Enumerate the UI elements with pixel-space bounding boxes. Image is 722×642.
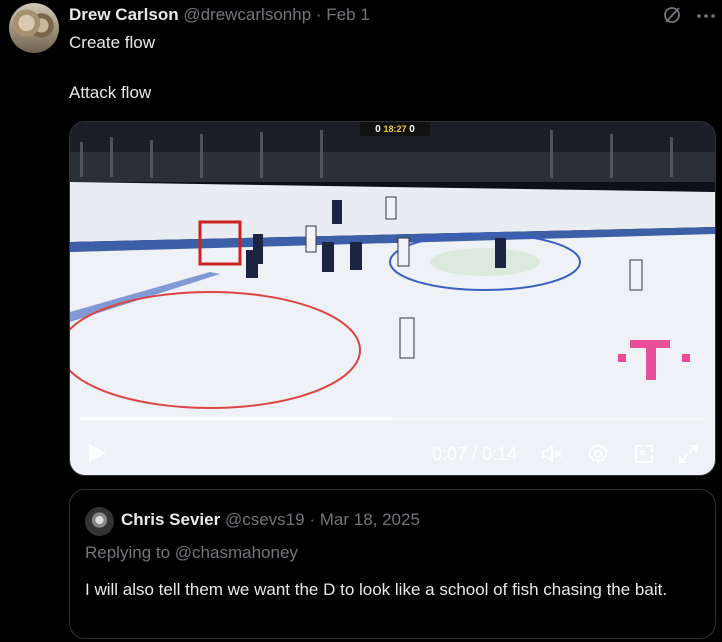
settings-icon[interactable] <box>586 442 610 466</box>
more-options-icon[interactable] <box>696 8 716 24</box>
scoreboard: 0 18:27 0 <box>360 122 430 136</box>
game-clock: 18:27 <box>383 124 407 134</box>
grok-icon[interactable] <box>662 5 682 25</box>
video-duration: 0:14 <box>482 444 518 464</box>
quoted-tweet-header: Chris Sevier @csevs19 · Mar 18, 2025 <box>121 510 420 530</box>
video-time: 0:07 / 0:14 <box>432 444 517 465</box>
replying-to-label: Replying to <box>85 543 171 562</box>
hockey-rink-frame <box>70 122 715 475</box>
video-progress-fill <box>80 417 393 420</box>
play-icon[interactable] <box>86 442 108 464</box>
quoted-tweet-date[interactable]: Mar 18, 2025 <box>320 510 420 529</box>
tweet-text-line-1: Create flow <box>69 33 155 52</box>
replying-to-handle[interactable]: @chasmahoney <box>175 543 298 562</box>
tweet-date[interactable]: Feb 1 <box>326 5 369 24</box>
author-name[interactable]: Drew Carlson <box>69 5 179 24</box>
time-separator: / <box>472 444 478 464</box>
away-score: 0 <box>409 124 415 135</box>
quoted-tweet[interactable]: Chris Sevier @csevs19 · Mar 18, 2025 Rep… <box>69 489 716 639</box>
replying-to: Replying to @chasmahoney <box>85 543 298 563</box>
tweet-text-line-2: Attack flow <box>69 83 152 102</box>
quoted-author-handle[interactable]: @csevs19 <box>225 510 305 529</box>
author-avatar[interactable] <box>9 3 59 53</box>
video-progress-bar[interactable] <box>80 417 705 420</box>
quoted-author-name[interactable]: Chris Sevier <box>121 510 220 529</box>
video-player[interactable]: 0 18:27 0 0:07 / 0:14 <box>69 121 716 476</box>
mute-icon[interactable] <box>540 442 564 466</box>
home-score: 0 <box>375 124 381 135</box>
separator-dot: · <box>315 5 322 24</box>
tweet-header: Drew Carlson @drewcarlsonhp · Feb 1 <box>69 5 370 25</box>
pip-icon[interactable] <box>632 442 656 466</box>
quoted-tweet-text: I will also tell them we want the D to l… <box>85 580 668 599</box>
quoted-separator-dot: · <box>309 510 315 529</box>
video-controls: 0:07 / 0:14 <box>70 432 715 472</box>
quoted-author-avatar[interactable] <box>85 507 114 536</box>
author-handle[interactable]: @drewcarlsonhp <box>183 5 311 24</box>
fullscreen-icon[interactable] <box>676 442 700 466</box>
current-time: 0:07 <box>432 444 468 464</box>
